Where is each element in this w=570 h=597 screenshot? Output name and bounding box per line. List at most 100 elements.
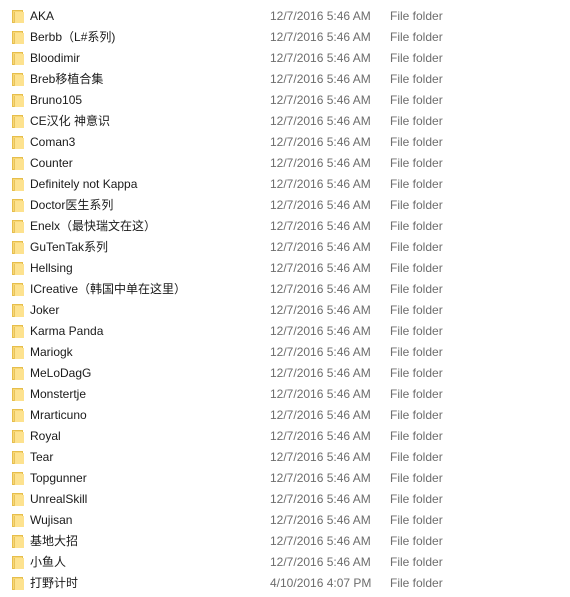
folder-row[interactable]: Tear 12/7/2016 5:46 AM File folder bbox=[0, 447, 570, 468]
item-type: File folder bbox=[390, 282, 443, 296]
date-modified: 4/10/2016 4:07 PM bbox=[270, 576, 372, 590]
date-modified: 12/7/2016 5:46 AM bbox=[270, 9, 371, 23]
date-modified: 12/7/2016 5:46 AM bbox=[270, 135, 371, 149]
folder-row[interactable]: Karma Panda 12/7/2016 5:46 AM File folder bbox=[0, 321, 570, 342]
folder-name: Counter bbox=[30, 156, 73, 170]
folder-row[interactable]: Berbb（L#系列) 12/7/2016 5:46 AM File folder bbox=[0, 27, 570, 48]
folder-icon bbox=[12, 493, 24, 506]
item-type: File folder bbox=[390, 9, 443, 23]
folder-name: CE汉化 神意识 bbox=[30, 114, 111, 128]
folder-row[interactable]: Wujisan 12/7/2016 5:46 AM File folder bbox=[0, 510, 570, 531]
folder-row[interactable]: Royal 12/7/2016 5:46 AM File folder bbox=[0, 426, 570, 447]
folder-row[interactable]: ICreative（韩国中单在这里） 12/7/2016 5:46 AM File … bbox=[0, 279, 570, 300]
item-type: File folder bbox=[390, 471, 443, 485]
date-modified: 12/7/2016 5:46 AM bbox=[270, 219, 371, 233]
date-modified: 12/7/2016 5:46 AM bbox=[270, 366, 371, 380]
folder-name: Definitely not Kappa bbox=[30, 177, 138, 191]
folder-row[interactable]: Topgunner 12/7/2016 5:46 AM File folder bbox=[0, 468, 570, 489]
item-type: File folder bbox=[390, 51, 443, 65]
date-modified: 12/7/2016 5:46 AM bbox=[270, 513, 371, 527]
date-modified: 12/7/2016 5:46 AM bbox=[270, 555, 371, 569]
folder-icon bbox=[12, 388, 24, 401]
folder-icon bbox=[12, 577, 24, 590]
folder-row[interactable]: CE汉化 神意识 12/7/2016 5:46 AM File folder bbox=[0, 111, 570, 132]
folder-row[interactable]: Mariogk 12/7/2016 5:46 AM File folder bbox=[0, 342, 570, 363]
folder-row[interactable]: GuTenTak系列 12/7/2016 5:46 AM File folder bbox=[0, 237, 570, 258]
folder-icon bbox=[12, 115, 24, 128]
folder-name: Berbb（L#系列) bbox=[30, 30, 116, 44]
item-type: File folder bbox=[390, 366, 443, 380]
folder-row[interactable]: Enelx（最快瑞文在这） 12/7/2016 5:46 AM File folde… bbox=[0, 216, 570, 237]
item-type: File folder bbox=[390, 576, 443, 590]
folder-row[interactable]: 打野计时 4/10/2016 4:07 PM File folder bbox=[0, 573, 570, 594]
folder-icon bbox=[12, 556, 24, 569]
folder-name: Mrarticuno bbox=[30, 408, 87, 422]
folder-icon bbox=[12, 178, 24, 191]
folder-row[interactable]: Joker 12/7/2016 5:46 AM File folder bbox=[0, 300, 570, 321]
folder-row[interactable]: 小鱼人 12/7/2016 5:46 AM File folder bbox=[0, 552, 570, 573]
folder-name: 小鱼人 bbox=[30, 555, 67, 569]
folder-name: Wujisan bbox=[30, 513, 73, 527]
date-modified: 12/7/2016 5:46 AM bbox=[270, 240, 371, 254]
folder-name: Monstertje bbox=[30, 387, 87, 401]
folder-row[interactable]: Bloodimir 12/7/2016 5:46 AM File folder bbox=[0, 48, 570, 69]
folder-name: GuTenTak系列 bbox=[30, 240, 109, 254]
folder-row[interactable]: Breb移植合集 12/7/2016 5:46 AM File folder bbox=[0, 69, 570, 90]
item-type: File folder bbox=[390, 534, 443, 548]
item-type: File folder bbox=[390, 555, 443, 569]
date-modified: 12/7/2016 5:46 AM bbox=[270, 387, 371, 401]
folder-icon bbox=[12, 136, 24, 149]
folder-icon bbox=[12, 220, 24, 233]
item-type: File folder bbox=[390, 156, 443, 170]
item-type: File folder bbox=[390, 114, 443, 128]
folder-icon bbox=[12, 514, 24, 527]
folder-icon bbox=[12, 73, 24, 86]
item-type: File folder bbox=[390, 135, 443, 149]
date-modified: 12/7/2016 5:46 AM bbox=[270, 471, 371, 485]
date-modified: 12/7/2016 5:46 AM bbox=[270, 282, 371, 296]
date-modified: 12/7/2016 5:46 AM bbox=[270, 177, 371, 191]
folder-row[interactable]: Monstertje 12/7/2016 5:46 AM File folder bbox=[0, 384, 570, 405]
folder-row[interactable]: Doctor医生系列 12/7/2016 5:46 AM File folder bbox=[0, 195, 570, 216]
folder-row[interactable]: AKA 12/7/2016 5:46 AM File folder bbox=[0, 6, 570, 27]
folder-name: Karma Panda bbox=[30, 324, 104, 338]
folder-icon bbox=[12, 283, 24, 296]
date-modified: 12/7/2016 5:46 AM bbox=[270, 492, 371, 506]
folder-name: Joker bbox=[30, 303, 60, 317]
item-type: File folder bbox=[390, 429, 443, 443]
folder-icon bbox=[12, 409, 24, 422]
item-type: File folder bbox=[390, 72, 443, 86]
date-modified: 12/7/2016 5:46 AM bbox=[270, 30, 371, 44]
folder-name: Coman3 bbox=[30, 135, 76, 149]
folder-row[interactable]: MeLoDagG 12/7/2016 5:46 AM File folder bbox=[0, 363, 570, 384]
folder-row[interactable]: Hellsing 12/7/2016 5:46 AM File folder bbox=[0, 258, 570, 279]
folder-name: Doctor医生系列 bbox=[30, 198, 114, 212]
folder-icon bbox=[12, 199, 24, 212]
date-modified: 12/7/2016 5:46 AM bbox=[270, 534, 371, 548]
folder-row[interactable]: UnrealSkill 12/7/2016 5:46 AM File folder bbox=[0, 489, 570, 510]
folder-name: ICreative（韩国中单在这里） bbox=[30, 282, 187, 296]
item-type: File folder bbox=[390, 219, 443, 233]
folder-name: Bruno105 bbox=[30, 93, 83, 107]
folder-name: Topgunner bbox=[30, 471, 87, 485]
folder-name: 基地大招 bbox=[30, 534, 79, 548]
folder-icon bbox=[12, 241, 24, 254]
folder-row[interactable]: Counter 12/7/2016 5:46 AM File folder bbox=[0, 153, 570, 174]
item-type: File folder bbox=[390, 492, 443, 506]
folder-row[interactable]: Bruno105 12/7/2016 5:46 AM File folder bbox=[0, 90, 570, 111]
folder-row[interactable]: Coman3 12/7/2016 5:46 AM File folder bbox=[0, 132, 570, 153]
date-modified: 12/7/2016 5:46 AM bbox=[270, 114, 371, 128]
folder-icon bbox=[12, 304, 24, 317]
folder-icon bbox=[12, 325, 24, 338]
folder-row[interactable]: Definitely not Kappa 12/7/2016 5:46 AM Fil… bbox=[0, 174, 570, 195]
folder-row[interactable]: 基地大招 12/7/2016 5:46 AM File folder bbox=[0, 531, 570, 552]
item-type: File folder bbox=[390, 324, 443, 338]
folder-name: Mariogk bbox=[30, 345, 73, 359]
folder-name: AKA bbox=[30, 9, 55, 23]
folder-name: 打野计时 bbox=[30, 576, 79, 590]
folder-name: Enelx（最快瑞文在这） bbox=[30, 219, 157, 233]
folder-icon bbox=[12, 157, 24, 170]
folder-row[interactable]: Mrarticuno 12/7/2016 5:46 AM File folder bbox=[0, 405, 570, 426]
folder-name: Hellsing bbox=[30, 261, 73, 275]
item-type: File folder bbox=[390, 261, 443, 275]
